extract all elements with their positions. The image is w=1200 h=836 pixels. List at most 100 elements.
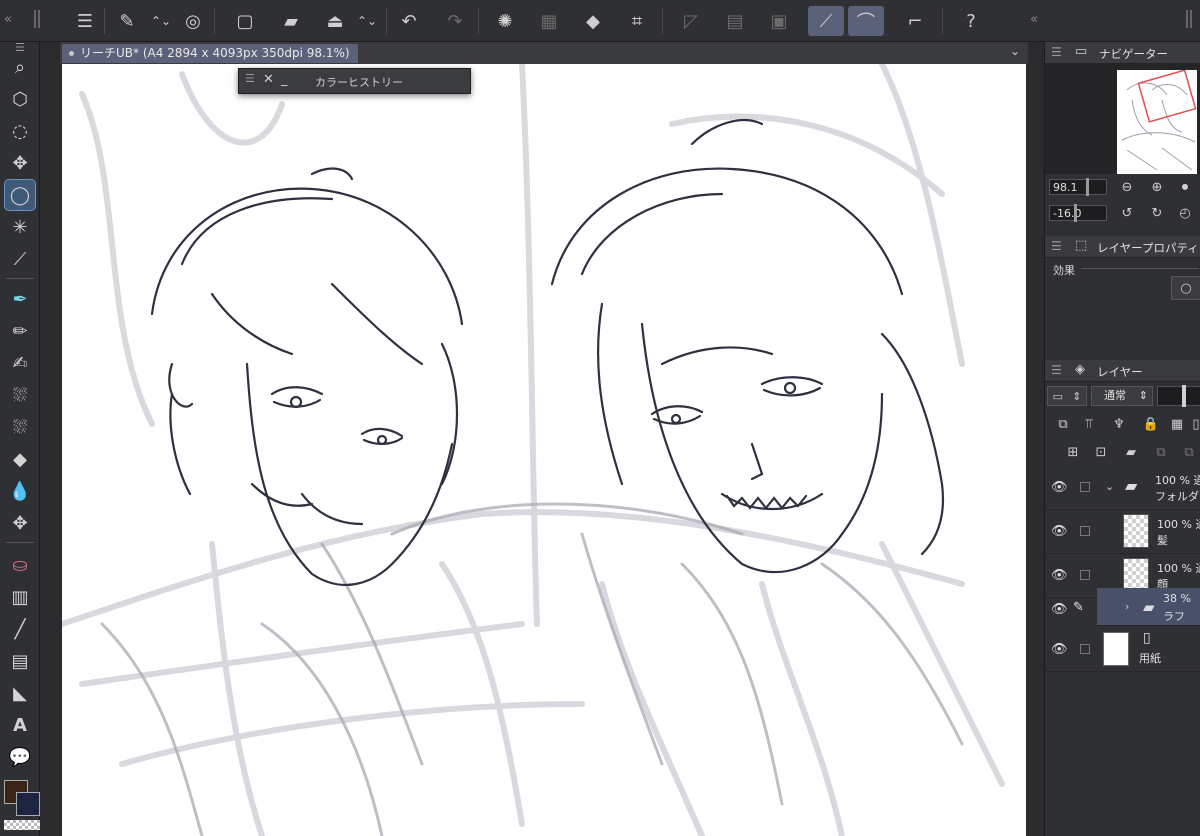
eye-icon[interactable]: 👁 bbox=[1051, 480, 1068, 495]
navigator-thumbnail[interactable] bbox=[1117, 69, 1197, 174]
zoom-tool-icon[interactable]: ⌕ bbox=[5, 52, 35, 82]
collapse-right-icon[interactable]: « bbox=[1030, 12, 1038, 27]
draft-layer-icon[interactable]: ♆ bbox=[1109, 414, 1129, 434]
layer-check[interactable] bbox=[1080, 482, 1090, 492]
companion-icon[interactable]: ◎ bbox=[178, 6, 208, 36]
layer-row-rough[interactable]: › ▰ 38 % ラフ bbox=[1097, 588, 1200, 626]
airbrush-tool-icon[interactable]: ⛆ bbox=[5, 380, 35, 410]
fit-view-icon[interactable]: ⏺ bbox=[1175, 177, 1195, 197]
redo-icon[interactable]: ↷ bbox=[440, 6, 470, 36]
pencil-tool-icon[interactable]: ✏ bbox=[5, 316, 35, 346]
eraser-tool-icon[interactable]: ◆ bbox=[5, 444, 35, 474]
help-icon[interactable]: ? bbox=[956, 6, 986, 36]
zoom-out-icon[interactable]: ⊖ bbox=[1117, 177, 1137, 197]
panel-grip-icon[interactable] bbox=[34, 10, 40, 28]
sub-color-swatch[interactable] bbox=[16, 792, 40, 816]
special-ruler-icon[interactable]: ▤ bbox=[720, 6, 750, 36]
panel-menu-icon[interactable]: ☰ bbox=[1051, 239, 1062, 253]
drawing-canvas[interactable] bbox=[62, 64, 1026, 836]
panel-menu-icon[interactable]: ☰ bbox=[1051, 45, 1062, 59]
decoration-tool-icon[interactable]: ⛆ bbox=[5, 412, 35, 442]
new-raster-layer-icon[interactable]: ⊞ bbox=[1063, 442, 1083, 462]
fill-tool-icon[interactable]: ⛀ bbox=[5, 550, 35, 580]
mask-icon[interactable]: ▯ bbox=[1191, 414, 1200, 434]
crop-icon[interactable]: ▦ bbox=[534, 6, 564, 36]
undo-icon[interactable]: ↶ bbox=[394, 6, 424, 36]
grid-snap-icon[interactable]: ▣ bbox=[764, 6, 794, 36]
opacity-slider[interactable] bbox=[1157, 385, 1200, 407]
layer-row-paper[interactable]: 👁 ▯ 用紙 bbox=[1045, 628, 1200, 672]
navigator-header[interactable]: ☰ ▭ ナビゲーター bbox=[1045, 42, 1200, 64]
blend-tool-icon[interactable]: 💧 bbox=[5, 476, 35, 506]
eyedropper-icon[interactable]: ⟋ bbox=[5, 244, 35, 274]
layer-check[interactable] bbox=[1080, 526, 1090, 536]
layer-property-header[interactable]: ☰ ⬚ レイヤープロパティ bbox=[1045, 236, 1200, 258]
fill-icon[interactable]: ◆ bbox=[578, 6, 608, 36]
lasso-tool-icon[interactable]: ◯ bbox=[4, 179, 36, 211]
brush-tool-icon[interactable]: ✍ bbox=[5, 348, 35, 378]
ruler-edit-icon[interactable]: ⌐ bbox=[900, 6, 930, 36]
new-vector-layer-icon[interactable]: ⊡ bbox=[1091, 442, 1111, 462]
panel-menu-icon[interactable]: ☰ bbox=[1051, 363, 1062, 377]
clipping-icon[interactable]: ⧉ bbox=[1053, 414, 1073, 434]
move-tool-icon[interactable]: ✥ bbox=[5, 148, 35, 178]
close-icon[interactable]: ✕ bbox=[263, 72, 274, 87]
document-tab[interactable]: リーチUB* (A4 2894 x 4093px 350dpi 98.1%) bbox=[62, 44, 358, 63]
transparent-color-icon[interactable] bbox=[4, 820, 40, 830]
eye-icon[interactable]: 👁 bbox=[1051, 524, 1068, 539]
eye-icon[interactable]: 👁 bbox=[1051, 642, 1068, 657]
ruler-tool-icon[interactable]: ◣ bbox=[5, 678, 35, 708]
chevron-down-icon[interactable]: ⌄ bbox=[1105, 480, 1114, 493]
pen-stabilize-icon[interactable]: ⟋ bbox=[808, 6, 844, 36]
lock-transparency-icon[interactable]: ▦ bbox=[1167, 414, 1187, 434]
new-folder-icon[interactable]: ▰ bbox=[1121, 442, 1141, 462]
ruler-snap-icon[interactable]: ◸ bbox=[676, 6, 706, 36]
panel-menu-icon[interactable]: ☰ bbox=[245, 72, 255, 85]
eye-icon[interactable]: 👁 bbox=[1051, 602, 1068, 617]
layer-row-folder[interactable]: 👁 ⌄ ▰ 100 % 通 フォルダ bbox=[1045, 466, 1200, 510]
frame-tool-icon[interactable]: ▤ bbox=[5, 646, 35, 676]
layer-row-hair[interactable]: 👁 100 % 通 髪 bbox=[1045, 510, 1200, 554]
rotation-slider[interactable]: -16.0 bbox=[1049, 204, 1107, 222]
gradient-tool-icon[interactable]: ▥ bbox=[5, 582, 35, 612]
object-tool-icon[interactable]: ⬡ bbox=[5, 84, 35, 114]
minimize-icon[interactable]: _ bbox=[281, 72, 288, 87]
scroll-updown-icon[interactable]: ⌃⌄ bbox=[146, 6, 176, 36]
eye-icon[interactable]: 👁 bbox=[1051, 568, 1068, 583]
layer-panel-header[interactable]: ☰ ◈ レイヤー bbox=[1045, 360, 1200, 382]
chevron-down-icon[interactable]: ⌄ bbox=[1010, 44, 1020, 58]
layer-check[interactable] bbox=[1080, 644, 1090, 654]
lock-layer-icon[interactable]: 🔒 bbox=[1141, 414, 1161, 434]
balloon-tool-icon[interactable]: 💬 bbox=[5, 742, 35, 772]
selection-tool-icon[interactable]: ◌ bbox=[5, 116, 35, 146]
reference-layer-icon[interactable]: ⫪ bbox=[1079, 414, 1099, 434]
menu-icon[interactable]: ☰ bbox=[70, 6, 100, 36]
new-file-icon[interactable]: ▢ bbox=[230, 6, 260, 36]
blend-mode-select[interactable]: 通常 ⇕ bbox=[1091, 386, 1153, 406]
layer-check[interactable] bbox=[1080, 570, 1090, 580]
border-effect-icon[interactable]: ○ bbox=[1171, 276, 1200, 300]
transfer-down-icon[interactable]: ⧉ bbox=[1151, 442, 1171, 462]
save-options-icon[interactable]: ⌃⌄ bbox=[352, 6, 382, 36]
merge-down-icon[interactable]: ⧉ bbox=[1179, 442, 1199, 462]
brush-stabilize-icon[interactable]: ⌒ bbox=[848, 6, 884, 36]
clear-selection-icon[interactable]: ✺ bbox=[490, 6, 520, 36]
collapse-left-icon[interactable]: « bbox=[4, 12, 12, 27]
save-icon[interactable]: ⏏ bbox=[320, 6, 350, 36]
panel-grip-right-icon[interactable] bbox=[1186, 10, 1192, 28]
reset-rotation-icon[interactable]: ◴ bbox=[1175, 203, 1195, 223]
magic-wand-icon[interactable]: ✳ bbox=[5, 212, 35, 242]
transform-icon[interactable]: ⌗ bbox=[622, 6, 652, 36]
rotate-left-icon[interactable]: ↺ bbox=[1117, 203, 1137, 223]
figure-tool-icon[interactable]: ╱ bbox=[5, 614, 35, 644]
pen-tool-icon[interactable]: ✒ bbox=[5, 284, 35, 314]
fill-move-tool-icon[interactable]: ✥ bbox=[5, 508, 35, 538]
rotate-right-icon[interactable]: ↻ bbox=[1147, 203, 1167, 223]
zoom-slider[interactable]: 98.1 bbox=[1049, 178, 1107, 196]
text-tool-icon[interactable]: A bbox=[5, 710, 35, 740]
open-folder-icon[interactable]: ▰ bbox=[276, 6, 306, 36]
modifier-key-icon[interactable]: ✎ bbox=[112, 6, 142, 36]
chevron-right-icon[interactable]: › bbox=[1125, 600, 1129, 613]
zoom-in-icon[interactable]: ⊕ bbox=[1147, 177, 1167, 197]
blend-color-select[interactable]: ▭ ⇕ bbox=[1047, 386, 1087, 406]
